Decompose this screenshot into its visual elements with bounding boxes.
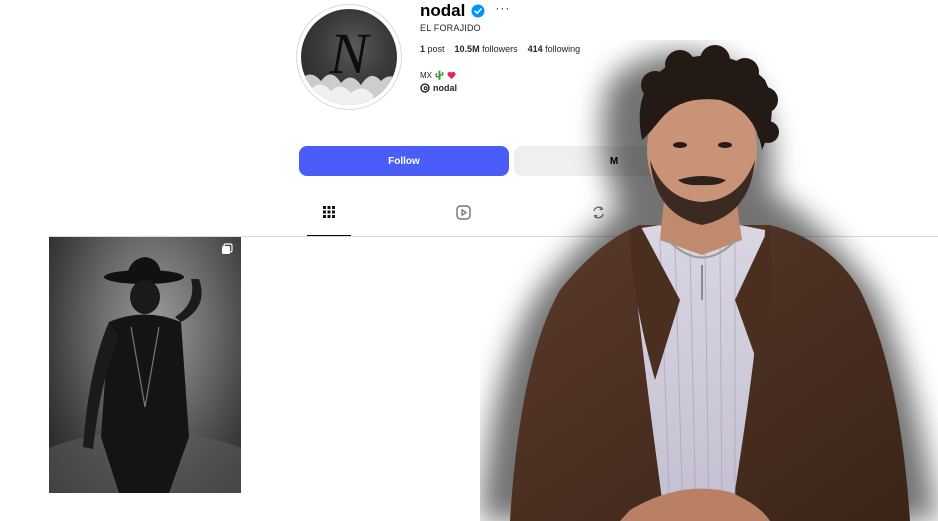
username-row: nodal ···	[420, 0, 510, 22]
person-illustration	[480, 45, 938, 521]
post-thumbnail[interactable]	[49, 237, 241, 493]
threads-link[interactable]: nodal	[420, 83, 457, 93]
avatar-image: N	[301, 9, 397, 105]
carousel-icon	[222, 243, 233, 254]
full-name: EL FORAJIDO	[420, 23, 481, 33]
bio: MX	[420, 70, 456, 80]
more-options-button[interactable]: ···	[495, 1, 510, 15]
threads-icon	[420, 83, 430, 93]
follow-button[interactable]: Follow	[299, 146, 509, 176]
svg-text:N: N	[329, 21, 372, 86]
grid-icon	[323, 206, 335, 218]
username: nodal	[420, 1, 466, 20]
heart-icon	[447, 71, 456, 79]
tab-posts[interactable]	[307, 205, 351, 236]
tab-reels[interactable]	[443, 205, 483, 235]
post-image	[49, 257, 241, 493]
reels-icon	[455, 205, 471, 220]
posts-stat: 1 post	[420, 44, 445, 54]
cactus-icon	[435, 70, 444, 80]
bio-text: MX	[420, 70, 432, 80]
threads-handle: nodal	[433, 83, 457, 93]
profile-avatar[interactable]: N	[296, 4, 402, 110]
verified-badge-icon	[471, 4, 485, 18]
avatar-logo: N	[301, 21, 397, 105]
person-photo	[480, 40, 938, 521]
